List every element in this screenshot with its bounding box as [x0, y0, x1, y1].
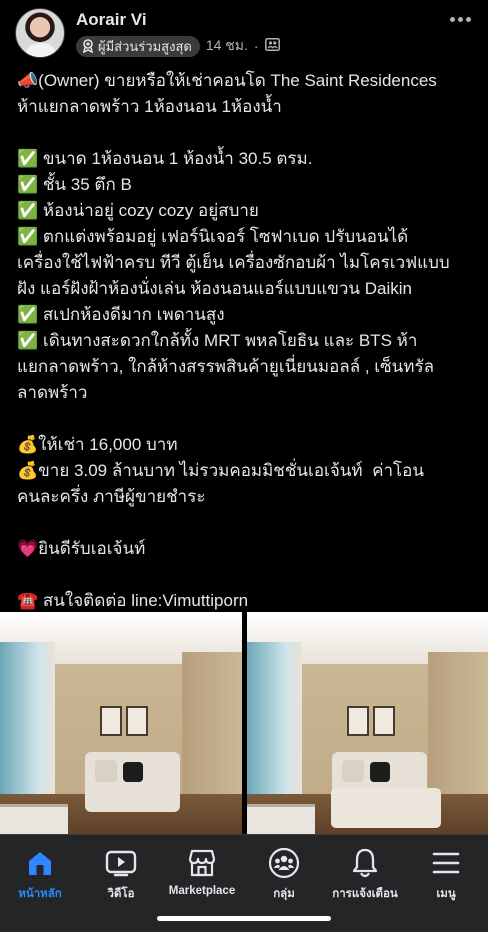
post-line: ห้าแยกลาดพร้าว 1ห้องนอน 1ห้องน้ำ — [17, 97, 282, 116]
post-time[interactable]: 14 ชม. — [206, 35, 248, 57]
post-line-blank — [17, 510, 477, 536]
bell-icon — [350, 847, 380, 879]
tab-menu[interactable]: เมนู — [406, 835, 486, 905]
badge-label: ผู้มีส่วนร่วมสูงสุด — [98, 38, 192, 54]
post-line: เครื่องใช้ไฟฟ้าครบ ทีวี ตู้เย็น เครื่องซ… — [17, 253, 450, 272]
post-line: ✅ เดินทางสะดวกใกล้ทั้ง MRT พหลโยธิน และ … — [17, 331, 418, 350]
photo-sofa — [85, 752, 180, 812]
post-meta: ผู้มีส่วนร่วมสูงสุด 14 ชม. · — [76, 35, 280, 57]
post-body: 📣(Owner) ขายหรือให้เช่าคอนโด The Saint R… — [17, 68, 477, 614]
tab-marketplace-label: Marketplace — [168, 885, 236, 897]
photo-sofa-bed — [330, 788, 441, 828]
home-indicator[interactable] — [157, 916, 331, 921]
post-line: ลาดพร้าว — [17, 383, 88, 402]
tab-home[interactable]: หน้าหลัก — [0, 835, 80, 905]
post-header: Aorair Vi ผู้มีส่วนร่วมสูงสุด 14 ชม. · — [0, 0, 488, 66]
photo-wall-frame — [372, 706, 395, 736]
post-line: ✅ ชั้น 35 ตึก B — [17, 175, 132, 194]
menu-icon — [431, 847, 461, 879]
post-line: คนละครึ่ง ภาษีผู้ขายชำระ — [17, 487, 206, 506]
post-line: 💰ให้เช่า 16,000 บาท — [17, 435, 178, 454]
group-privacy-icon — [264, 38, 280, 54]
photo-table — [246, 804, 315, 834]
groups-icon — [268, 847, 300, 879]
photo-table — [0, 804, 68, 834]
tab-notifications[interactable]: การแจ้งเตือน — [325, 835, 405, 905]
home-icon — [25, 847, 55, 879]
tab-groups-label: กลุ่ม — [273, 888, 295, 900]
post-line: ✅ สเปกห้องดีมาก เพดานสูง — [17, 305, 225, 324]
tab-video-label: วิดีโอ — [107, 888, 135, 900]
post-line-blank — [17, 562, 477, 588]
tab-menu-label: เมนู — [436, 888, 456, 900]
photo-wall-frame — [126, 706, 148, 736]
room-photo[interactable] — [246, 612, 488, 834]
post-line-blank — [17, 120, 477, 146]
post-line: ✅ ห้องน่าอยู่ cozy cozy อยู่สบาย — [17, 201, 259, 220]
tab-notifications-label: การแจ้งเตือน — [332, 888, 398, 900]
more-options-button[interactable] — [448, 12, 472, 26]
top-contributor-badge[interactable]: ผู้มีส่วนร่วมสูงสุด — [76, 35, 200, 57]
more-dot-icon — [457, 16, 463, 22]
tab-groups[interactable]: กลุ่ม — [244, 835, 324, 905]
more-dot-icon — [465, 16, 471, 22]
more-dot-icon — [449, 16, 455, 22]
room-photo[interactable] — [0, 612, 242, 834]
post-line: ✅ ขนาด 1ห้องนอน 1 ห้องน้ำ 30.5 ตรม. — [17, 149, 313, 168]
photo-pillow — [123, 762, 143, 782]
author-avatar[interactable] — [15, 8, 65, 58]
post-line: 💰ขาย 3.09 ล้านบาท ไม่รวมคอมมิชชั่นเอเจ้น… — [17, 461, 424, 480]
post-line: ✅ ตกแต่งพร้อมอยู่ เฟอร์นิเจอร์ โซฟาเบด ป… — [17, 227, 409, 246]
tab-marketplace[interactable]: Marketplace — [162, 835, 242, 905]
marketplace-icon — [186, 847, 218, 879]
photo-pillow — [369, 762, 390, 782]
tab-video[interactable]: วิดีโอ — [81, 835, 161, 905]
tab-home-label: หน้าหลัก — [18, 888, 62, 900]
video-icon — [105, 847, 137, 879]
photo-wall-frame — [100, 706, 122, 736]
photo-wall-frame — [346, 706, 369, 736]
post-line: 📣(Owner) ขายหรือให้เช่าคอนโด The Saint R… — [17, 71, 437, 90]
post-line: แยกลาดพร้าว, ใกล้ห้างสรรพสินค้ายูเนี่ยนม… — [17, 357, 435, 376]
post-line: ฝัง แอร์ฝังฝ้าห้องนั่งเล่น ห้องนอนแอร์แบ… — [17, 279, 412, 298]
post-line: ☎️ สนใจติดต่อ line:Vimuttiporn — [17, 591, 249, 610]
author-name[interactable]: Aorair Vi — [76, 10, 147, 30]
post-line: 💗ยินดีรับเอเจ้นท์ — [17, 539, 146, 558]
meta-separator: · — [253, 38, 259, 54]
badge-icon — [82, 39, 94, 53]
post-line-blank — [17, 406, 477, 432]
post-photos — [0, 612, 488, 834]
